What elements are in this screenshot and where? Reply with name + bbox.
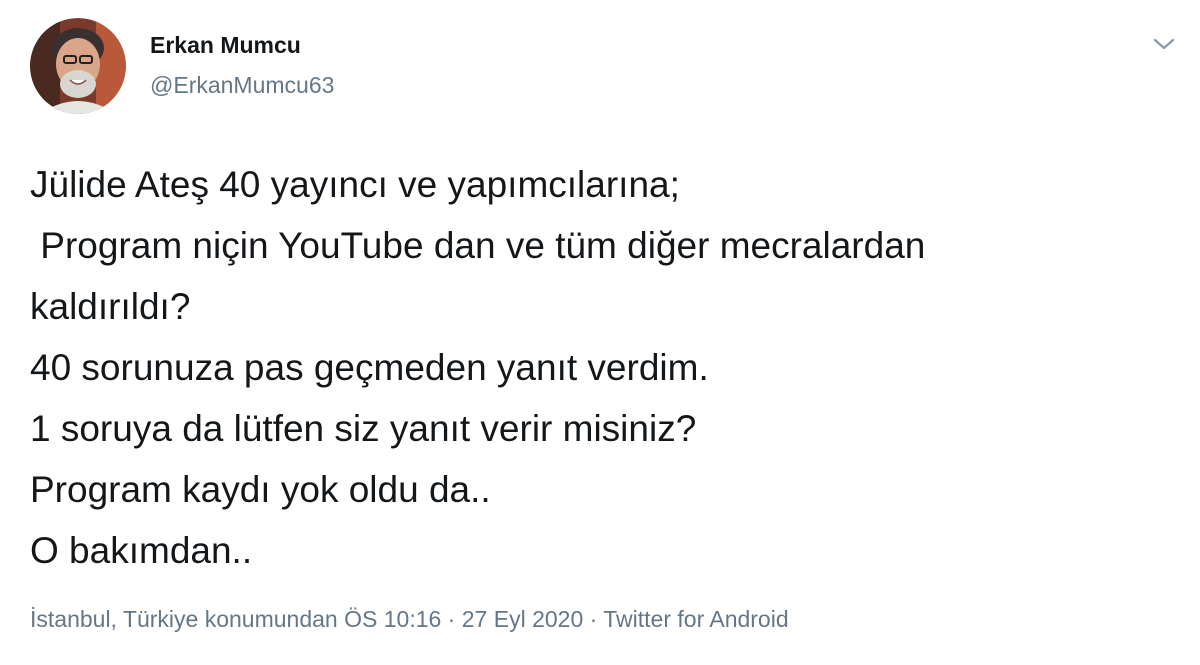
author-handle[interactable]: @ErkanMumcu63: [150, 70, 334, 100]
tweet-text: Jülide Ateş 40 yayıncı ve yapımcılarına;…: [30, 154, 1180, 581]
user-photo-avatar-icon: [30, 18, 126, 114]
tweet-location[interactable]: İstanbul, Türkiye konumundan: [30, 606, 338, 632]
tweet-menu-button[interactable]: [1150, 30, 1178, 58]
tweet-source[interactable]: Twitter for Android: [603, 606, 788, 632]
tweet-text-line: kaldırıldı?: [30, 286, 191, 327]
tweet-text-line: Program niçin YouTube dan ve tüm diğer m…: [30, 225, 926, 266]
tweet-text-line: Jülide Ateş 40 yayıncı ve yapımcılarına;: [30, 164, 680, 205]
meta-separator: ·: [583, 606, 604, 632]
chevron-down-icon: [1153, 38, 1175, 50]
tweet-text-line: O bakımdan..: [30, 530, 253, 571]
tweet-text-line: Program kaydı yok oldu da..: [30, 469, 491, 510]
tweet-time[interactable]: ÖS 10:16: [344, 606, 441, 632]
author-display-name[interactable]: Erkan Mumcu: [150, 30, 301, 60]
tweet-date[interactable]: 27 Eyl 2020: [462, 606, 583, 632]
tweet-metadata: İstanbul, Türkiye konumundan ÖS 10:16 · …: [30, 604, 789, 634]
meta-separator: ·: [441, 606, 462, 632]
tweet-text-line: 40 sorunuza pas geçmeden yanıt verdim.: [30, 347, 709, 388]
author-avatar[interactable]: [30, 18, 126, 114]
tweet-card: Erkan Mumcu @ErkanMumcu63 Jülide Ateş 40…: [0, 0, 1200, 665]
tweet-text-line: 1 soruya da lütfen siz yanıt verir misin…: [30, 408, 697, 449]
